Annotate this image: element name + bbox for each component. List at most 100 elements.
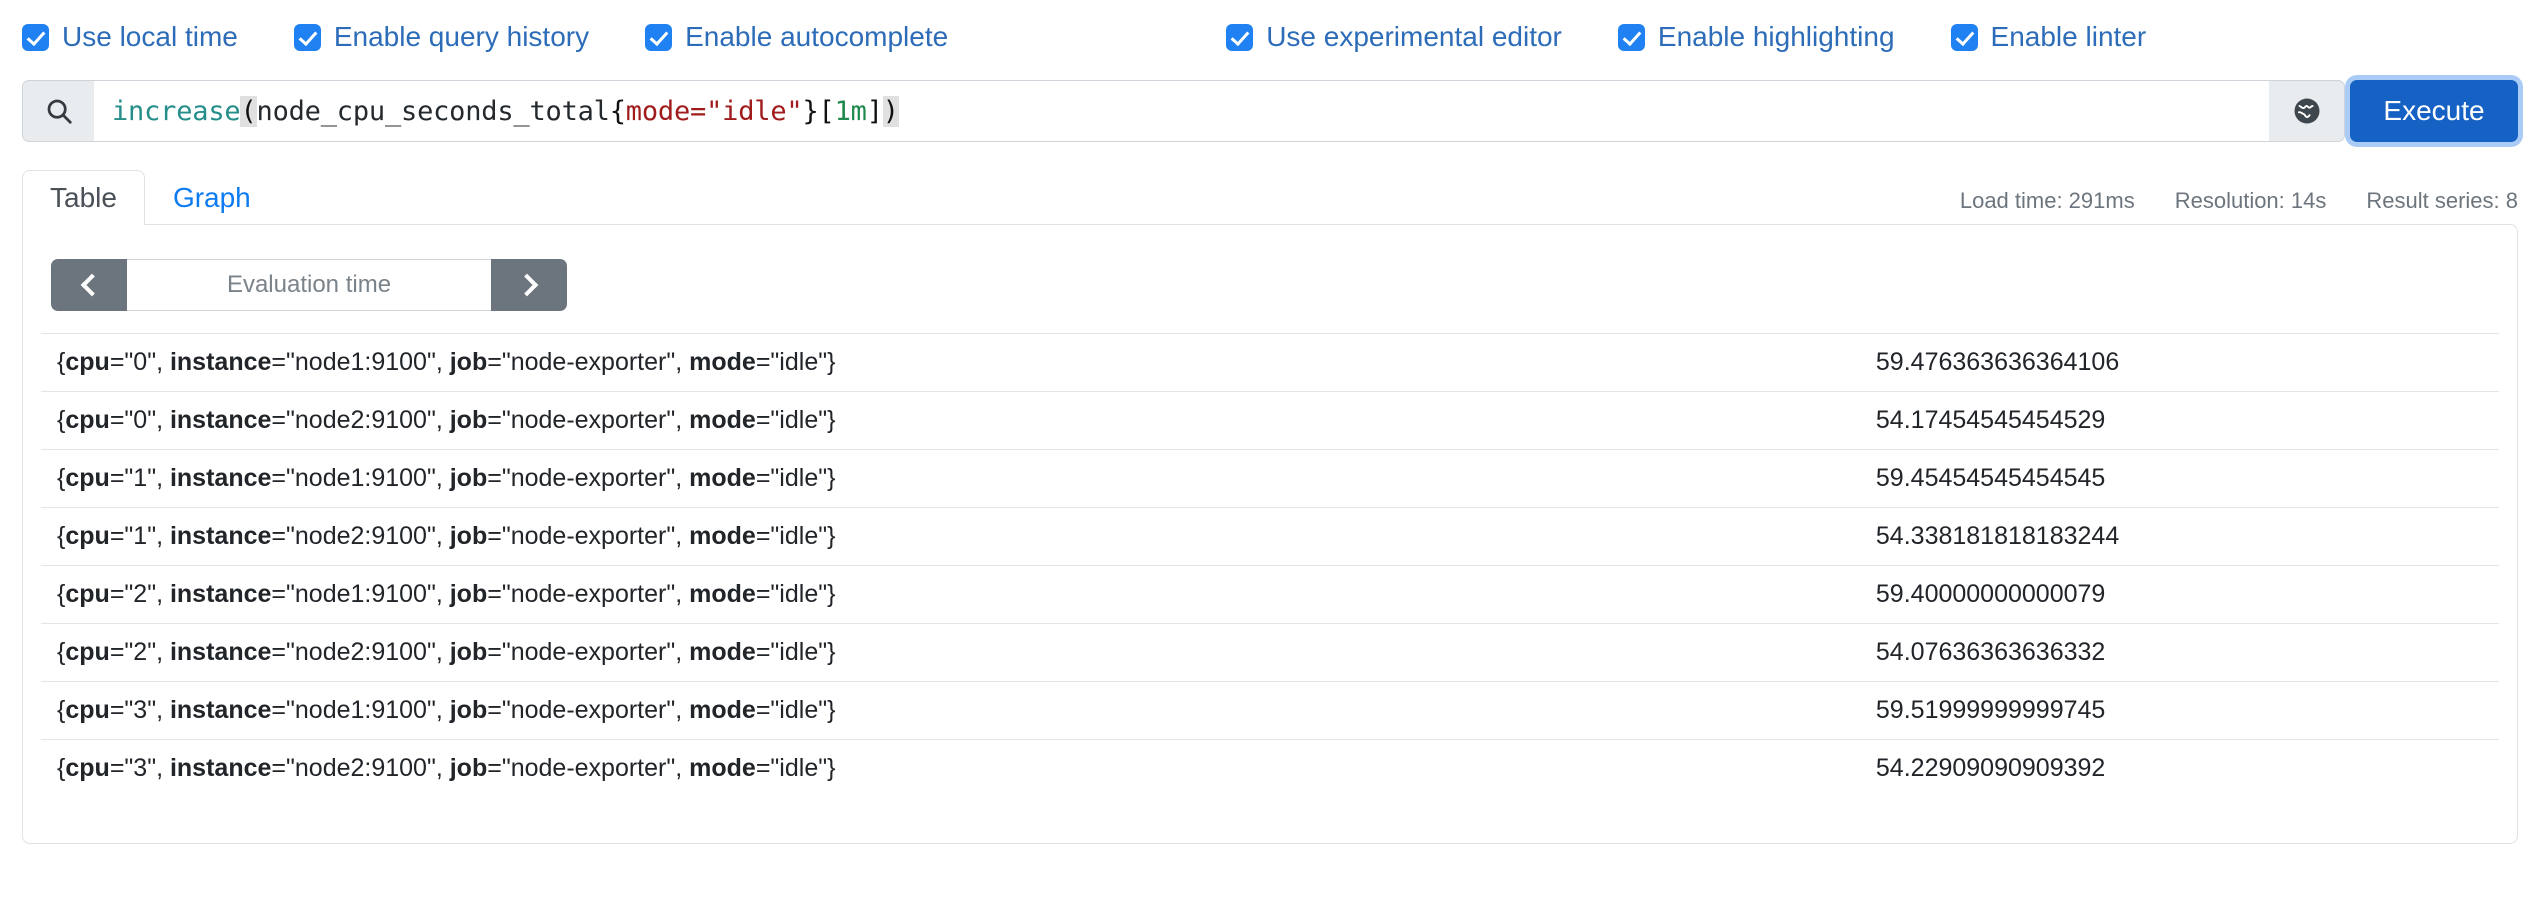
query-token-brace: {	[610, 96, 626, 127]
label-name: cpu	[65, 406, 109, 434]
option-enable-query-history[interactable]: Enable query history	[294, 23, 589, 51]
label-value: ="idle"	[756, 696, 827, 724]
query-input[interactable]: increase(node_cpu_seconds_total{mode="id…	[94, 80, 2269, 142]
query-token-paren: )	[883, 96, 899, 127]
option-enable-highlighting[interactable]: Enable highlighting	[1618, 23, 1895, 51]
label-value: ="node1:9100",	[271, 464, 449, 492]
option-label: Enable query history	[334, 23, 589, 51]
table-row: {cpu="2", instance="node1:9100", job="no…	[41, 566, 2499, 624]
globe-icon[interactable]	[2269, 80, 2345, 142]
brace-close: }	[827, 348, 835, 376]
label-name: job	[450, 348, 488, 376]
query-token-string: "idle"	[706, 96, 802, 127]
label-name: mode	[689, 406, 756, 434]
option-use-experimental-editor[interactable]: Use experimental editor	[1226, 23, 1562, 51]
results-table: {cpu="0", instance="node1:9100", job="no…	[41, 333, 2499, 797]
label-value: ="node-exporter",	[487, 522, 689, 550]
table-row: {cpu="1", instance="node2:9100", job="no…	[41, 508, 2499, 566]
checkbox-checked-icon[interactable]	[1618, 24, 1645, 51]
brace-close: }	[827, 638, 835, 666]
load-time-stat: Load time: 291ms	[1960, 188, 2135, 214]
label-name: mode	[689, 464, 756, 492]
label-name: instance	[170, 522, 271, 550]
chevron-left-icon[interactable]	[51, 259, 127, 311]
series-value-cell: 59.45454545454545	[1860, 450, 2499, 508]
label-value: ="node2:9100",	[271, 638, 449, 666]
label-name: mode	[689, 696, 756, 724]
label-name: cpu	[65, 696, 109, 724]
brace-close: }	[827, 406, 835, 434]
series-labels-cell: {cpu="2", instance="node1:9100", job="no…	[41, 566, 1860, 624]
checkbox-checked-icon[interactable]	[294, 24, 321, 51]
label-value: ="idle"	[756, 580, 827, 608]
tab-table[interactable]: Table	[22, 170, 145, 225]
table-row: {cpu="2", instance="node2:9100", job="no…	[41, 624, 2499, 682]
label-value: ="node2:9100",	[271, 522, 449, 550]
series-value-cell: 54.17454545454529	[1860, 392, 2499, 450]
option-use-local-time[interactable]: Use local time	[22, 23, 238, 51]
option-enable-autocomplete[interactable]: Enable autocomplete	[645, 23, 948, 51]
query-token-brace: [	[819, 96, 835, 127]
table-row: {cpu="0", instance="node2:9100", job="no…	[41, 392, 2499, 450]
label-name: mode	[689, 638, 756, 666]
option-label: Use local time	[62, 23, 238, 51]
results-tabs-row: Table Graph Load time: 291ms Resolution:…	[22, 166, 2518, 224]
label-name: job	[450, 580, 488, 608]
query-token-label: mode	[626, 96, 690, 127]
table-row: {cpu="3", instance="node2:9100", job="no…	[41, 740, 2499, 798]
label-value: ="0",	[110, 406, 170, 434]
label-value: ="idle"	[756, 406, 827, 434]
series-value-cell: 54.07636363636332	[1860, 624, 2499, 682]
label-value: ="node-exporter",	[487, 696, 689, 724]
label-name: instance	[170, 348, 271, 376]
checkbox-checked-icon[interactable]	[1951, 24, 1978, 51]
series-labels-cell: {cpu="0", instance="node1:9100", job="no…	[41, 334, 1860, 392]
label-name: cpu	[65, 580, 109, 608]
label-name: job	[450, 696, 488, 724]
checkbox-checked-icon[interactable]	[645, 24, 672, 51]
label-name: cpu	[65, 754, 109, 782]
series-value-cell: 59.51999999999745	[1860, 682, 2499, 740]
checkbox-checked-icon[interactable]	[22, 24, 49, 51]
label-value: ="node-exporter",	[487, 638, 689, 666]
table-result-panel: {cpu="0", instance="node1:9100", job="no…	[22, 224, 2518, 844]
label-name: mode	[689, 348, 756, 376]
label-value: ="idle"	[756, 464, 827, 492]
option-label: Use experimental editor	[1266, 23, 1562, 51]
label-value: ="node-exporter",	[487, 406, 689, 434]
label-name: job	[450, 406, 488, 434]
checkbox-checked-icon[interactable]	[1226, 24, 1253, 51]
label-value: ="node-exporter",	[487, 348, 689, 376]
label-name: cpu	[65, 348, 109, 376]
query-options-row: Use local time Enable query history Enable…	[0, 0, 2540, 58]
query-stats: Load time: 291ms Resolution: 14s Result …	[1960, 188, 2518, 224]
label-value: ="node2:9100",	[271, 406, 449, 434]
series-value-cell: 54.22909090909392	[1860, 740, 2499, 798]
label-name: instance	[170, 464, 271, 492]
label-name: instance	[170, 406, 271, 434]
label-value: ="idle"	[756, 754, 827, 782]
label-value: ="idle"	[756, 638, 827, 666]
query-token-func: increase	[112, 96, 240, 127]
series-labels-cell: {cpu="3", instance="node1:9100", job="no…	[41, 682, 1860, 740]
tab-graph[interactable]: Graph	[145, 170, 279, 225]
label-name: job	[450, 522, 488, 550]
label-name: mode	[689, 754, 756, 782]
label-value: ="node1:9100",	[271, 696, 449, 724]
prometheus-query-page: Use local time Enable query history Enable…	[0, 0, 2540, 908]
label-value: ="2",	[110, 638, 170, 666]
option-label: Enable autocomplete	[685, 23, 948, 51]
chevron-right-icon[interactable]	[491, 259, 567, 311]
results-tabs: Table Graph	[22, 169, 279, 224]
label-name: mode	[689, 580, 756, 608]
label-name: instance	[170, 696, 271, 724]
label-value: ="node1:9100",	[271, 580, 449, 608]
series-value-cell: 54.338181818183244	[1860, 508, 2499, 566]
label-value: ="3",	[110, 696, 170, 724]
execute-button[interactable]: Execute	[2350, 80, 2518, 142]
label-value: ="node1:9100",	[271, 348, 449, 376]
query-token-label: =	[690, 96, 706, 127]
option-enable-linter[interactable]: Enable linter	[1951, 23, 2147, 51]
brace-close: }	[827, 696, 835, 724]
evaluation-time-input[interactable]	[127, 259, 491, 311]
